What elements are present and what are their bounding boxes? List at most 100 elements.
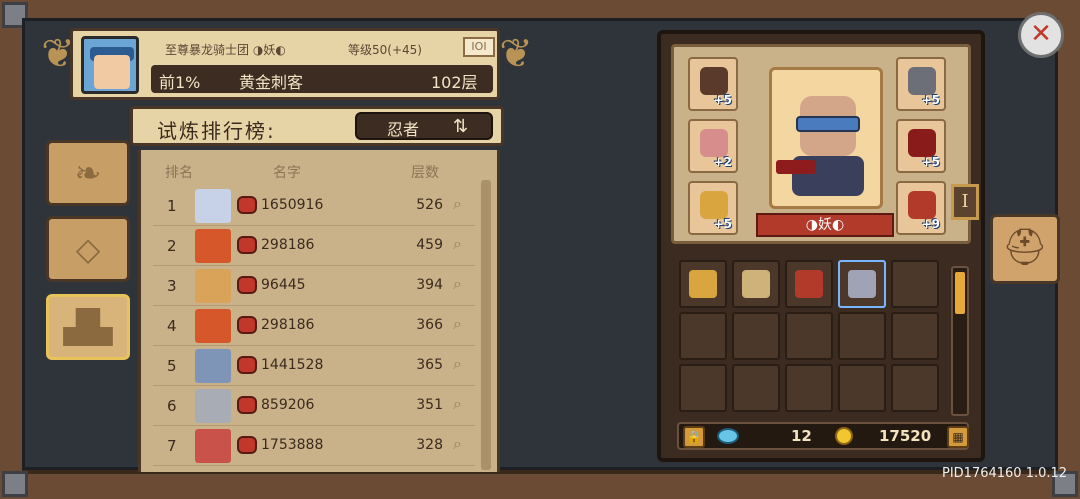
currency-bar: 🔒 12 17520 ▦ bbox=[677, 422, 969, 450]
table-row[interactable]: 2 298186 459 ⌕ bbox=[153, 226, 475, 266]
inventory-cell[interactable] bbox=[732, 364, 780, 412]
inventory-scrollbar[interactable] bbox=[951, 266, 969, 416]
badge-icon: IOI bbox=[463, 37, 495, 57]
row-rank: 7 bbox=[167, 437, 177, 455]
inventory-cell[interactable] bbox=[785, 260, 833, 308]
player-avatar[interactable] bbox=[195, 389, 231, 423]
enhance-level: +5 bbox=[921, 155, 940, 169]
player-id: 298186 bbox=[261, 237, 315, 253]
table-row[interactable]: 4 298186 366 ⌕ bbox=[153, 306, 475, 346]
inventory-grid bbox=[679, 260, 943, 416]
inspect-icon[interactable]: ⌕ bbox=[453, 234, 462, 254]
player-id: 298186 bbox=[261, 317, 315, 333]
inventory-cell[interactable] bbox=[891, 312, 939, 360]
helmet-tab-button[interactable]: ⛑ bbox=[990, 214, 1060, 284]
equipment-slot[interactable]: +5 bbox=[688, 181, 738, 235]
player-id: 859206 bbox=[261, 397, 315, 413]
lock-icon[interactable]: 🔒 bbox=[683, 426, 705, 448]
player-id: 1441528 bbox=[261, 357, 324, 373]
tab-diamond[interactable]: ◇ bbox=[46, 216, 130, 282]
player-title: 黄金刺客 bbox=[239, 73, 304, 92]
row-rank: 4 bbox=[167, 317, 177, 335]
table-row[interactable]: 6 859206 351 ⌕ bbox=[153, 386, 475, 426]
right-wing-ornament: ❦ bbox=[499, 31, 533, 77]
player-level: 等级50(+45) bbox=[348, 43, 422, 57]
equipment-slot[interactable]: +5 bbox=[896, 119, 946, 173]
row-floors: 526 bbox=[416, 197, 443, 213]
player-avatar[interactable] bbox=[195, 349, 231, 383]
inspect-icon[interactable]: ⌕ bbox=[453, 314, 462, 334]
pet-icon bbox=[237, 356, 257, 374]
inventory-cell[interactable] bbox=[891, 260, 939, 308]
player-avatar[interactable] bbox=[195, 309, 231, 343]
swap-icon: ⇅ bbox=[453, 116, 469, 137]
gem-icon bbox=[717, 428, 739, 444]
inventory-cell[interactable] bbox=[679, 312, 727, 360]
table-row[interactable]: 3 96445 394 ⌕ bbox=[153, 266, 475, 306]
inventory-item-icon bbox=[742, 270, 770, 298]
inventory-cell[interactable] bbox=[679, 260, 727, 308]
enhance-level: +5 bbox=[921, 93, 940, 107]
pet-banner: ◑妖◐ bbox=[756, 213, 894, 237]
gear-item-icon bbox=[700, 129, 728, 157]
podium-icon: ▟▙ bbox=[63, 308, 113, 346]
pet-icon bbox=[237, 236, 257, 254]
row-floors: 366 bbox=[416, 317, 443, 333]
gear-item-icon bbox=[908, 129, 936, 157]
scroll-thumb[interactable] bbox=[955, 272, 965, 314]
equipment-slot[interactable]: +9 bbox=[896, 181, 946, 235]
bottom-frame bbox=[0, 470, 1080, 499]
character-portrait[interactable] bbox=[769, 67, 883, 209]
inventory-cell[interactable] bbox=[891, 364, 939, 412]
coin-count: 17520 bbox=[879, 427, 932, 445]
enhance-level: +9 bbox=[921, 217, 940, 231]
row-rank: 1 bbox=[167, 197, 177, 215]
inspect-icon[interactable]: ⌕ bbox=[453, 434, 462, 454]
player-avatar[interactable] bbox=[195, 269, 231, 303]
inventory-cell[interactable] bbox=[838, 312, 886, 360]
inspect-icon[interactable]: ⌕ bbox=[453, 194, 462, 214]
avatar-face bbox=[94, 55, 130, 89]
equipment-slot[interactable]: +2 bbox=[688, 119, 738, 173]
inventory-cell[interactable] bbox=[785, 364, 833, 412]
player-avatar[interactable] bbox=[195, 229, 231, 263]
row-rank: 3 bbox=[167, 277, 177, 295]
enhance-level: +2 bbox=[713, 155, 732, 169]
inspect-icon[interactable]: ⌕ bbox=[453, 394, 462, 414]
inspect-icon[interactable]: ⌕ bbox=[453, 354, 462, 374]
inspect-icon[interactable]: ⌕ bbox=[453, 274, 462, 294]
player-avatar[interactable] bbox=[81, 36, 139, 94]
equipment-slot[interactable]: +5 bbox=[896, 57, 946, 111]
table-row[interactable]: 1 1650916 526 ⌕ bbox=[153, 186, 475, 226]
player-avatar[interactable] bbox=[195, 189, 231, 223]
class-filter-button[interactable]: 忍者 ⇅ bbox=[355, 112, 493, 140]
row-rank: 6 bbox=[167, 397, 177, 415]
inventory-cell[interactable] bbox=[679, 364, 727, 412]
leaderboard-scrollbar[interactable] bbox=[481, 180, 491, 470]
equipment-slot[interactable]: +5 bbox=[688, 57, 738, 111]
bag-icon[interactable]: ▦ bbox=[947, 426, 969, 448]
player-stat-bar: 前1% 黄金刺客 102层 bbox=[151, 65, 493, 93]
player-avatar[interactable] bbox=[195, 429, 231, 463]
gear-item-icon bbox=[700, 67, 728, 95]
tab-podium[interactable]: ▟▙ bbox=[46, 294, 130, 360]
inventory-cell[interactable] bbox=[838, 364, 886, 412]
leaf-icon: ❧ bbox=[74, 154, 102, 192]
tab-leaf[interactable]: ❧ bbox=[46, 140, 130, 206]
pet-icon bbox=[237, 396, 257, 414]
inventory-cell[interactable] bbox=[732, 260, 780, 308]
inventory-cell[interactable] bbox=[785, 312, 833, 360]
inventory-cell[interactable] bbox=[838, 260, 886, 308]
leaderboard-list: 排名 名字 层数 1 1650916 526 ⌕ 2 298186 459 ⌕ 3 96445 39… bbox=[138, 150, 500, 472]
table-row[interactable]: 5 1441528 365 ⌕ bbox=[153, 346, 475, 386]
close-button[interactable]: ✕ bbox=[1018, 12, 1064, 58]
row-rank: 5 bbox=[167, 357, 177, 375]
pet-icon bbox=[237, 196, 257, 214]
inventory-item-icon bbox=[689, 270, 717, 298]
diamond-icon: ◇ bbox=[75, 230, 101, 268]
player-id: 1650916 bbox=[261, 197, 324, 213]
table-row[interactable]: 7 1753888 328 ⌕ bbox=[153, 426, 475, 466]
tier-button[interactable]: I bbox=[951, 184, 979, 220]
equipment-panel: +5 +2 +5 +5 +5 +9 ◑妖◐ I 🔒 12 17520 ▦ bbox=[657, 30, 985, 462]
inventory-cell[interactable] bbox=[732, 312, 780, 360]
